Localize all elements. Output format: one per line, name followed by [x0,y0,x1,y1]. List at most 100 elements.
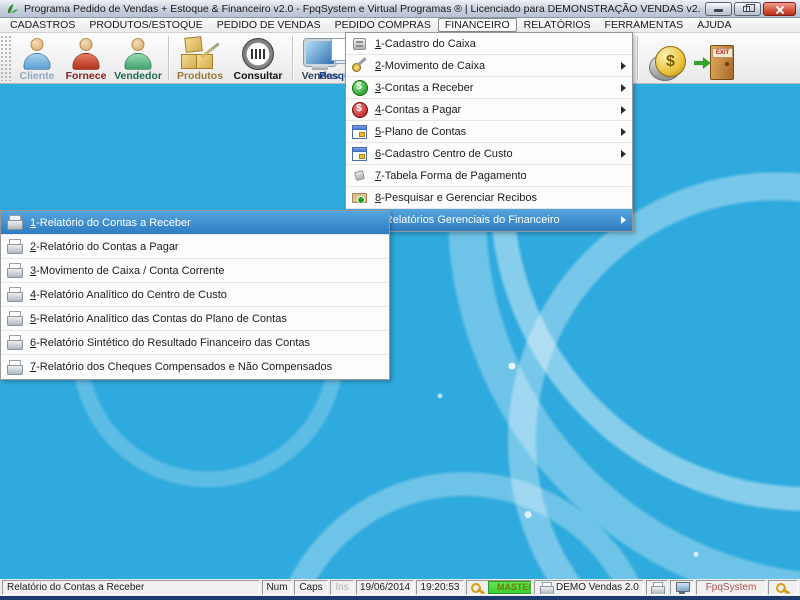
printer-icon [6,360,23,375]
status-time: 19:20:53 [416,580,464,595]
window-title: Programa Pedido de Vendas + Estoque & Fi… [24,3,701,15]
toolbar-button-fornecedor[interactable]: Fornece [62,35,110,82]
exit-door-icon: EXIT [694,44,736,82]
app-icon [6,2,19,15]
product-boxes-icon [181,37,219,70]
printer-icon [539,582,553,594]
submenu-arrow-icon [621,62,626,70]
receipts-folder-icon [351,190,368,205]
printer-icon [6,263,23,278]
coins-pen-icon [351,58,368,73]
submenu-item-relatorio-cheques-compensados[interactable]: 7-Relatório dos Cheques Compensados e Nã… [1,355,389,379]
chart-of-accounts-icon [351,124,368,139]
menu-bar: CADASTROS PRODUTOS/ESTOQUE PEDIDO DE VEN… [0,18,800,33]
menu-relatorios[interactable]: RELATÓRIOS [517,18,598,32]
submenu-item-relatorio-analitico-plano-contas[interactable]: 5-Relatório Analítico das Contas do Plan… [1,307,389,331]
exit-arrow-icon [694,57,711,69]
printer-icon [650,582,664,594]
submenu-arrow-icon [621,84,626,92]
menu-item-label: 3-Contas a Receber [375,82,617,94]
barcode-icon [242,38,274,70]
menu-item-tabela-forma-de-pagamento[interactable]: 7-Tabela Forma de Pagamento [346,165,632,187]
submenu-arrow-icon [621,216,626,224]
menu-item-cadastro-do-caixa[interactable]: 1-Cadastro do Caixa [346,33,632,55]
menu-produtos-estoque[interactable]: PRODUTOS/ESTOQUE [82,18,209,32]
submenu-arrow-icon [621,106,626,114]
menu-item-pesquisar-gerenciar-recibos[interactable]: 8-Pesquisar e Gerenciar Recibos [346,187,632,209]
submenu-item-relatorio-analitico-centro-custo[interactable]: 4-Relatório Analítico do Centro de Custo [1,283,389,307]
submenu-item-movimento-caixa-conta-corrente[interactable]: 3-Movimento de Caixa / Conta Corrente [1,259,389,283]
menu-ferramentas[interactable]: FERRAMENTAS [598,18,691,32]
menu-item-label: 7-Tabela Forma de Pagamento [375,170,626,182]
menu-financeiro[interactable]: FINANCEIRO [438,18,517,32]
toolbar-button-label: Vendedor [114,70,162,82]
toolbar-button-label: Consultar [233,70,282,82]
toolbar-button-vendedor[interactable]: Vendedor [112,35,164,82]
submenu-item-relatorio-contas-a-pagar[interactable]: 2-Relatório do Contas a Pagar [1,235,389,259]
menu-item-label: 6-Relatório Sintético do Resultado Finan… [30,337,383,349]
keys-icon [776,582,790,594]
menu-item-label: 7-Relatório dos Cheques Compensados e Nã… [30,361,383,373]
toolbar-button-label: Produtos [177,70,223,82]
financeiro-dropdown-menu: 1-Cadastro do Caixa 2-Movimento de Caixa… [345,32,633,232]
seller-person-icon [122,37,154,70]
status-product: DEMO Vendas 2.0 [534,580,644,595]
status-message: Relatório do Contas a Receber [2,580,260,595]
toolbar-button-caixa[interactable] [646,35,690,82]
status-date: 19/06/2014 [356,580,414,595]
cost-center-icon [351,146,368,161]
status-keys-panel [768,580,798,595]
menu-item-label: 9-Relatórios Gerenciais do Financeiro [375,214,617,226]
toolbar-button-sair[interactable]: EXIT [692,35,738,82]
menu-item-label: 4-Relatório Analítico do Centro de Custo [30,289,383,301]
status-computer-panel [670,580,694,595]
minimize-button[interactable] [705,2,732,16]
menu-cadastros[interactable]: CADASTROS [3,18,82,32]
submenu-arrow-icon [621,150,626,158]
printer-icon [6,239,23,254]
toolbar-button-produtos[interactable]: Produtos [174,35,226,82]
menu-item-label: 1-Relatório do Contas a Receber [30,217,383,229]
menu-item-label: 6-Cadastro Centro de Custo [375,148,617,160]
minimize-icon [714,9,723,12]
relatorios-submenu: 1-Relatório do Contas a Receber 2-Relató… [0,210,390,380]
menu-pedido-compras[interactable]: PEDIDO COMPRAS [328,18,438,32]
menu-item-contas-a-receber[interactable]: 3-Contas a Receber [346,77,632,99]
submenu-item-relatorio-sintetico-resultado[interactable]: 6-Relatório Sintético do Resultado Finan… [1,331,389,355]
menu-item-label: 5-Plano de Contas [375,126,617,138]
receivable-dollar-icon [351,80,368,95]
cash-register-icon [351,36,368,51]
toolbar-button-cliente[interactable]: Cliente [14,35,60,82]
toolbar-button-consultar[interactable]: Consultar [230,35,286,82]
close-button[interactable] [763,2,796,16]
menu-item-movimento-de-caixa[interactable]: 2-Movimento de Caixa [346,55,632,77]
toolbar-button-label: Fornece [66,70,107,82]
printer-icon [6,335,23,350]
payable-dollar-icon [351,102,368,117]
menu-item-contas-a-pagar[interactable]: 4-Contas a Pagar [346,99,632,121]
window-bottom-border [0,596,800,600]
menu-item-label: 8-Pesquisar e Gerenciar Recibos [375,192,626,204]
toolbar-separator [292,36,294,80]
status-user: MASTER [466,580,532,595]
keys-icon [471,582,485,594]
toolbar-separator [168,36,170,80]
submenu-item-relatorio-contas-a-receber[interactable]: 1-Relatório do Contas a Receber [1,211,389,235]
status-bar: Relatório do Contas a Receber Num Caps I… [0,579,800,596]
supplier-person-icon [70,37,102,70]
restore-button[interactable] [734,2,761,16]
toolbar-grip[interactable] [0,35,13,81]
restore-icon [743,6,750,12]
status-caps-lock: Caps [294,580,328,595]
menu-item-label: 2-Movimento de Caixa [375,60,617,72]
menu-item-cadastro-centro-de-custo[interactable]: 6-Cadastro Centro de Custo [346,143,632,165]
printer-icon [6,311,23,326]
menu-pedido-de-vendas[interactable]: PEDIDO DE VENDAS [210,18,328,32]
menu-item-label: 5-Relatório Analítico das Contas do Plan… [30,313,383,325]
menu-ajuda[interactable]: AJUDA [690,18,738,32]
toolbar-separator [637,36,639,80]
printer-icon [6,215,23,230]
status-insert: Ins [330,580,354,595]
menu-item-plano-de-contas[interactable]: 5-Plano de Contas [346,121,632,143]
menu-item-label: 1-Cadastro do Caixa [375,38,626,50]
